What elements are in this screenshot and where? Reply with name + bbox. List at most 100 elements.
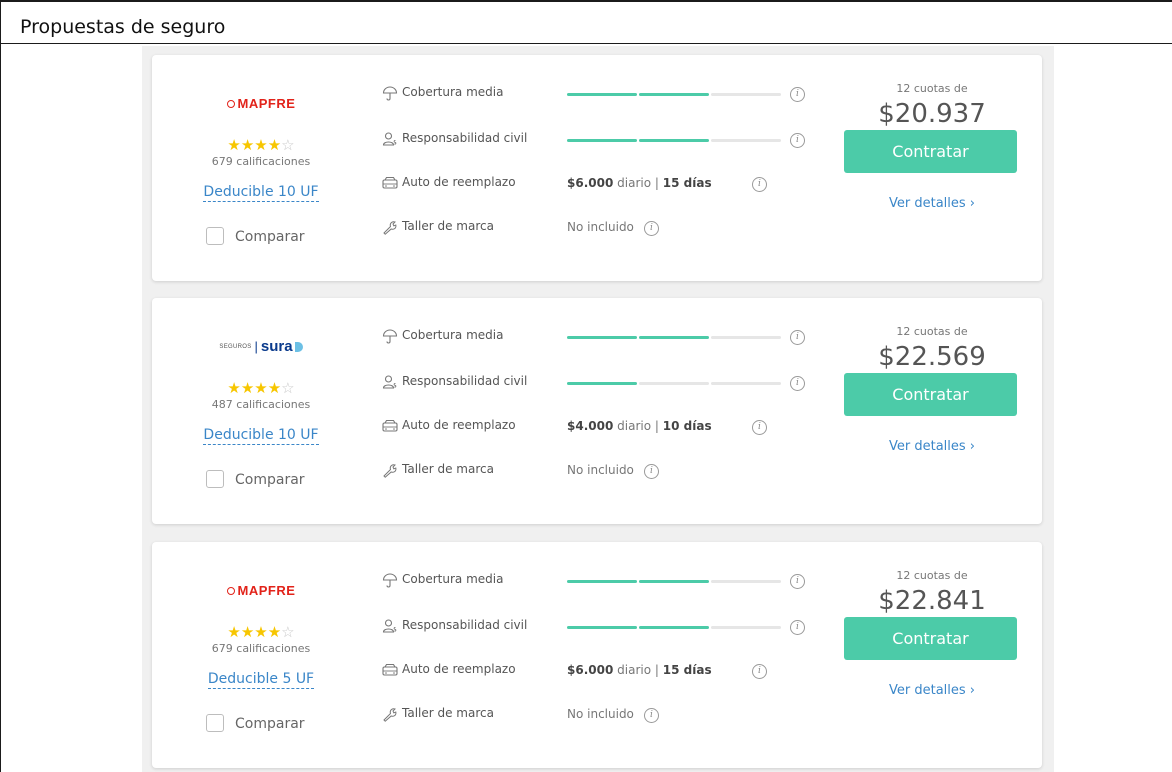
installments-label: 12 cuotas de (896, 82, 968, 95)
mapfre-logo: MAPFRE (226, 583, 296, 598)
wrench-icon (382, 706, 398, 722)
info-icon[interactable]: i (790, 330, 805, 345)
wrench-icon (382, 462, 398, 478)
checkbox-icon[interactable] (206, 714, 224, 732)
hire-button[interactable]: Contratar (844, 130, 1017, 173)
umbrella-icon (382, 328, 398, 344)
ratings-count: 487 calificaciones (211, 398, 311, 411)
liability-row: Responsabilidad civil i (382, 131, 805, 149)
info-icon[interactable]: i (752, 177, 767, 192)
level-segment (711, 382, 781, 385)
level-segment (567, 139, 637, 142)
level-segment (711, 626, 781, 629)
car-icon (382, 662, 398, 678)
level-segment (639, 139, 709, 142)
ratings-count: 679 calificaciones (211, 155, 311, 168)
offer-card: MAPFRE ★★★★☆ 679 calificaciones Deducibl… (152, 55, 1042, 281)
insurer-logo: MAPFRE (152, 582, 370, 600)
coverage-label: Cobertura media (402, 572, 504, 586)
hire-button[interactable]: Contratar (844, 373, 1017, 416)
rating-stars: ★★★★☆ (152, 137, 370, 154)
level-segment (711, 139, 781, 142)
info-icon[interactable]: i (644, 464, 659, 479)
workshop-label: Taller de marca (402, 219, 494, 233)
sura-swoosh-icon (294, 342, 303, 352)
level-segment (567, 626, 637, 629)
deductible-link[interactable]: Deducible 10 UF (152, 183, 370, 202)
details-link[interactable]: Ver detalles › (842, 196, 1022, 211)
info-icon[interactable]: i (752, 664, 767, 679)
price-amount: $22.841 (878, 586, 986, 616)
sura-logo: SEGUROS | sura (219, 338, 303, 355)
level-segment (567, 382, 637, 385)
workshop-value: No incluido (567, 463, 634, 477)
info-icon[interactable]: i (790, 620, 805, 635)
details-link[interactable]: Ver detalles › (842, 439, 1022, 454)
liability-label: Responsabilidad civil (402, 618, 528, 632)
installments-label: 12 cuotas de (896, 569, 968, 582)
star-filled-icon: ★★★ (227, 624, 268, 641)
star-half-icon: ★ (267, 137, 282, 154)
coverage-label: Cobertura media (402, 85, 504, 99)
liability-level-bar (567, 626, 782, 629)
checkbox-icon[interactable] (206, 470, 224, 488)
hire-button[interactable]: Contratar (844, 617, 1017, 660)
info-icon[interactable]: i (790, 574, 805, 589)
compare-label: Comparar (235, 229, 305, 245)
umbrella-icon (382, 572, 398, 588)
user-dollar-icon (382, 618, 398, 634)
rating-stars: ★★★★☆ (152, 380, 370, 397)
offer-card: SEGUROS | sura ★★★★☆ 487 calificaciones De… (152, 298, 1042, 524)
info-icon[interactable]: i (790, 376, 805, 391)
star-empty-icon: ☆ (281, 137, 295, 154)
mapfre-seal-icon (226, 100, 235, 108)
replacement-value: $4.000 diario | 10 días (567, 419, 712, 433)
star-filled-icon: ★★★ (227, 380, 268, 397)
replacement-value: $6.000 diario | 15 días (567, 663, 712, 677)
liability-level-bar (567, 382, 782, 385)
compare-label: Comparar (235, 716, 305, 732)
star-filled-icon: ★★★ (227, 137, 268, 154)
mapfre-seal-icon (226, 587, 235, 595)
details-link[interactable]: Ver detalles › (842, 683, 1022, 698)
level-segment (567, 336, 637, 339)
info-icon[interactable]: i (790, 133, 805, 148)
workshop-label: Taller de marca (402, 462, 494, 476)
car-icon (382, 418, 398, 434)
ratings-count: 679 calificaciones (211, 642, 311, 655)
info-icon[interactable]: i (644, 221, 659, 236)
mapfre-logo: MAPFRE (226, 96, 296, 111)
star-empty-icon: ☆ (281, 380, 295, 397)
replacement-row: Auto de reemplazo $6.000 diario | 15 día… (382, 175, 802, 193)
replacement-row: Auto de reemplazo $6.000 diario | 15 día… (382, 662, 802, 680)
checkbox-icon[interactable] (206, 227, 224, 245)
liability-label: Responsabilidad civil (402, 131, 528, 145)
replacement-value: $6.000 diario | 15 días (567, 176, 712, 190)
page-title: Propuestas de seguro (20, 16, 226, 38)
insurer-logo: SEGUROS | sura (152, 338, 370, 356)
star-half-icon: ★ (267, 624, 282, 641)
workshop-row: Taller de marca No incluido i (382, 706, 802, 724)
info-icon[interactable]: i (644, 708, 659, 723)
deductible-link[interactable]: Deducible 10 UF (152, 426, 370, 445)
coverage-label: Cobertura media (402, 328, 504, 342)
liability-level-bar (567, 139, 782, 142)
level-segment (567, 580, 637, 583)
deductible-link[interactable]: Deducible 5 UF (152, 670, 370, 689)
liability-row: Responsabilidad civil i (382, 374, 805, 392)
info-icon[interactable]: i (790, 87, 805, 102)
compare-label: Comparar (235, 472, 305, 488)
liability-row: Responsabilidad civil i (382, 618, 805, 636)
wrench-icon (382, 219, 398, 235)
workshop-row: Taller de marca No incluido i (382, 462, 802, 480)
workshop-value: No incluido (567, 707, 634, 721)
umbrella-icon (382, 85, 398, 101)
user-dollar-icon (382, 131, 398, 147)
level-segment (567, 93, 637, 96)
liability-label: Responsabilidad civil (402, 374, 528, 388)
level-segment (639, 93, 709, 96)
coverage-level-bar (567, 580, 782, 583)
info-icon[interactable]: i (752, 420, 767, 435)
user-dollar-icon (382, 374, 398, 390)
level-segment (639, 626, 709, 629)
